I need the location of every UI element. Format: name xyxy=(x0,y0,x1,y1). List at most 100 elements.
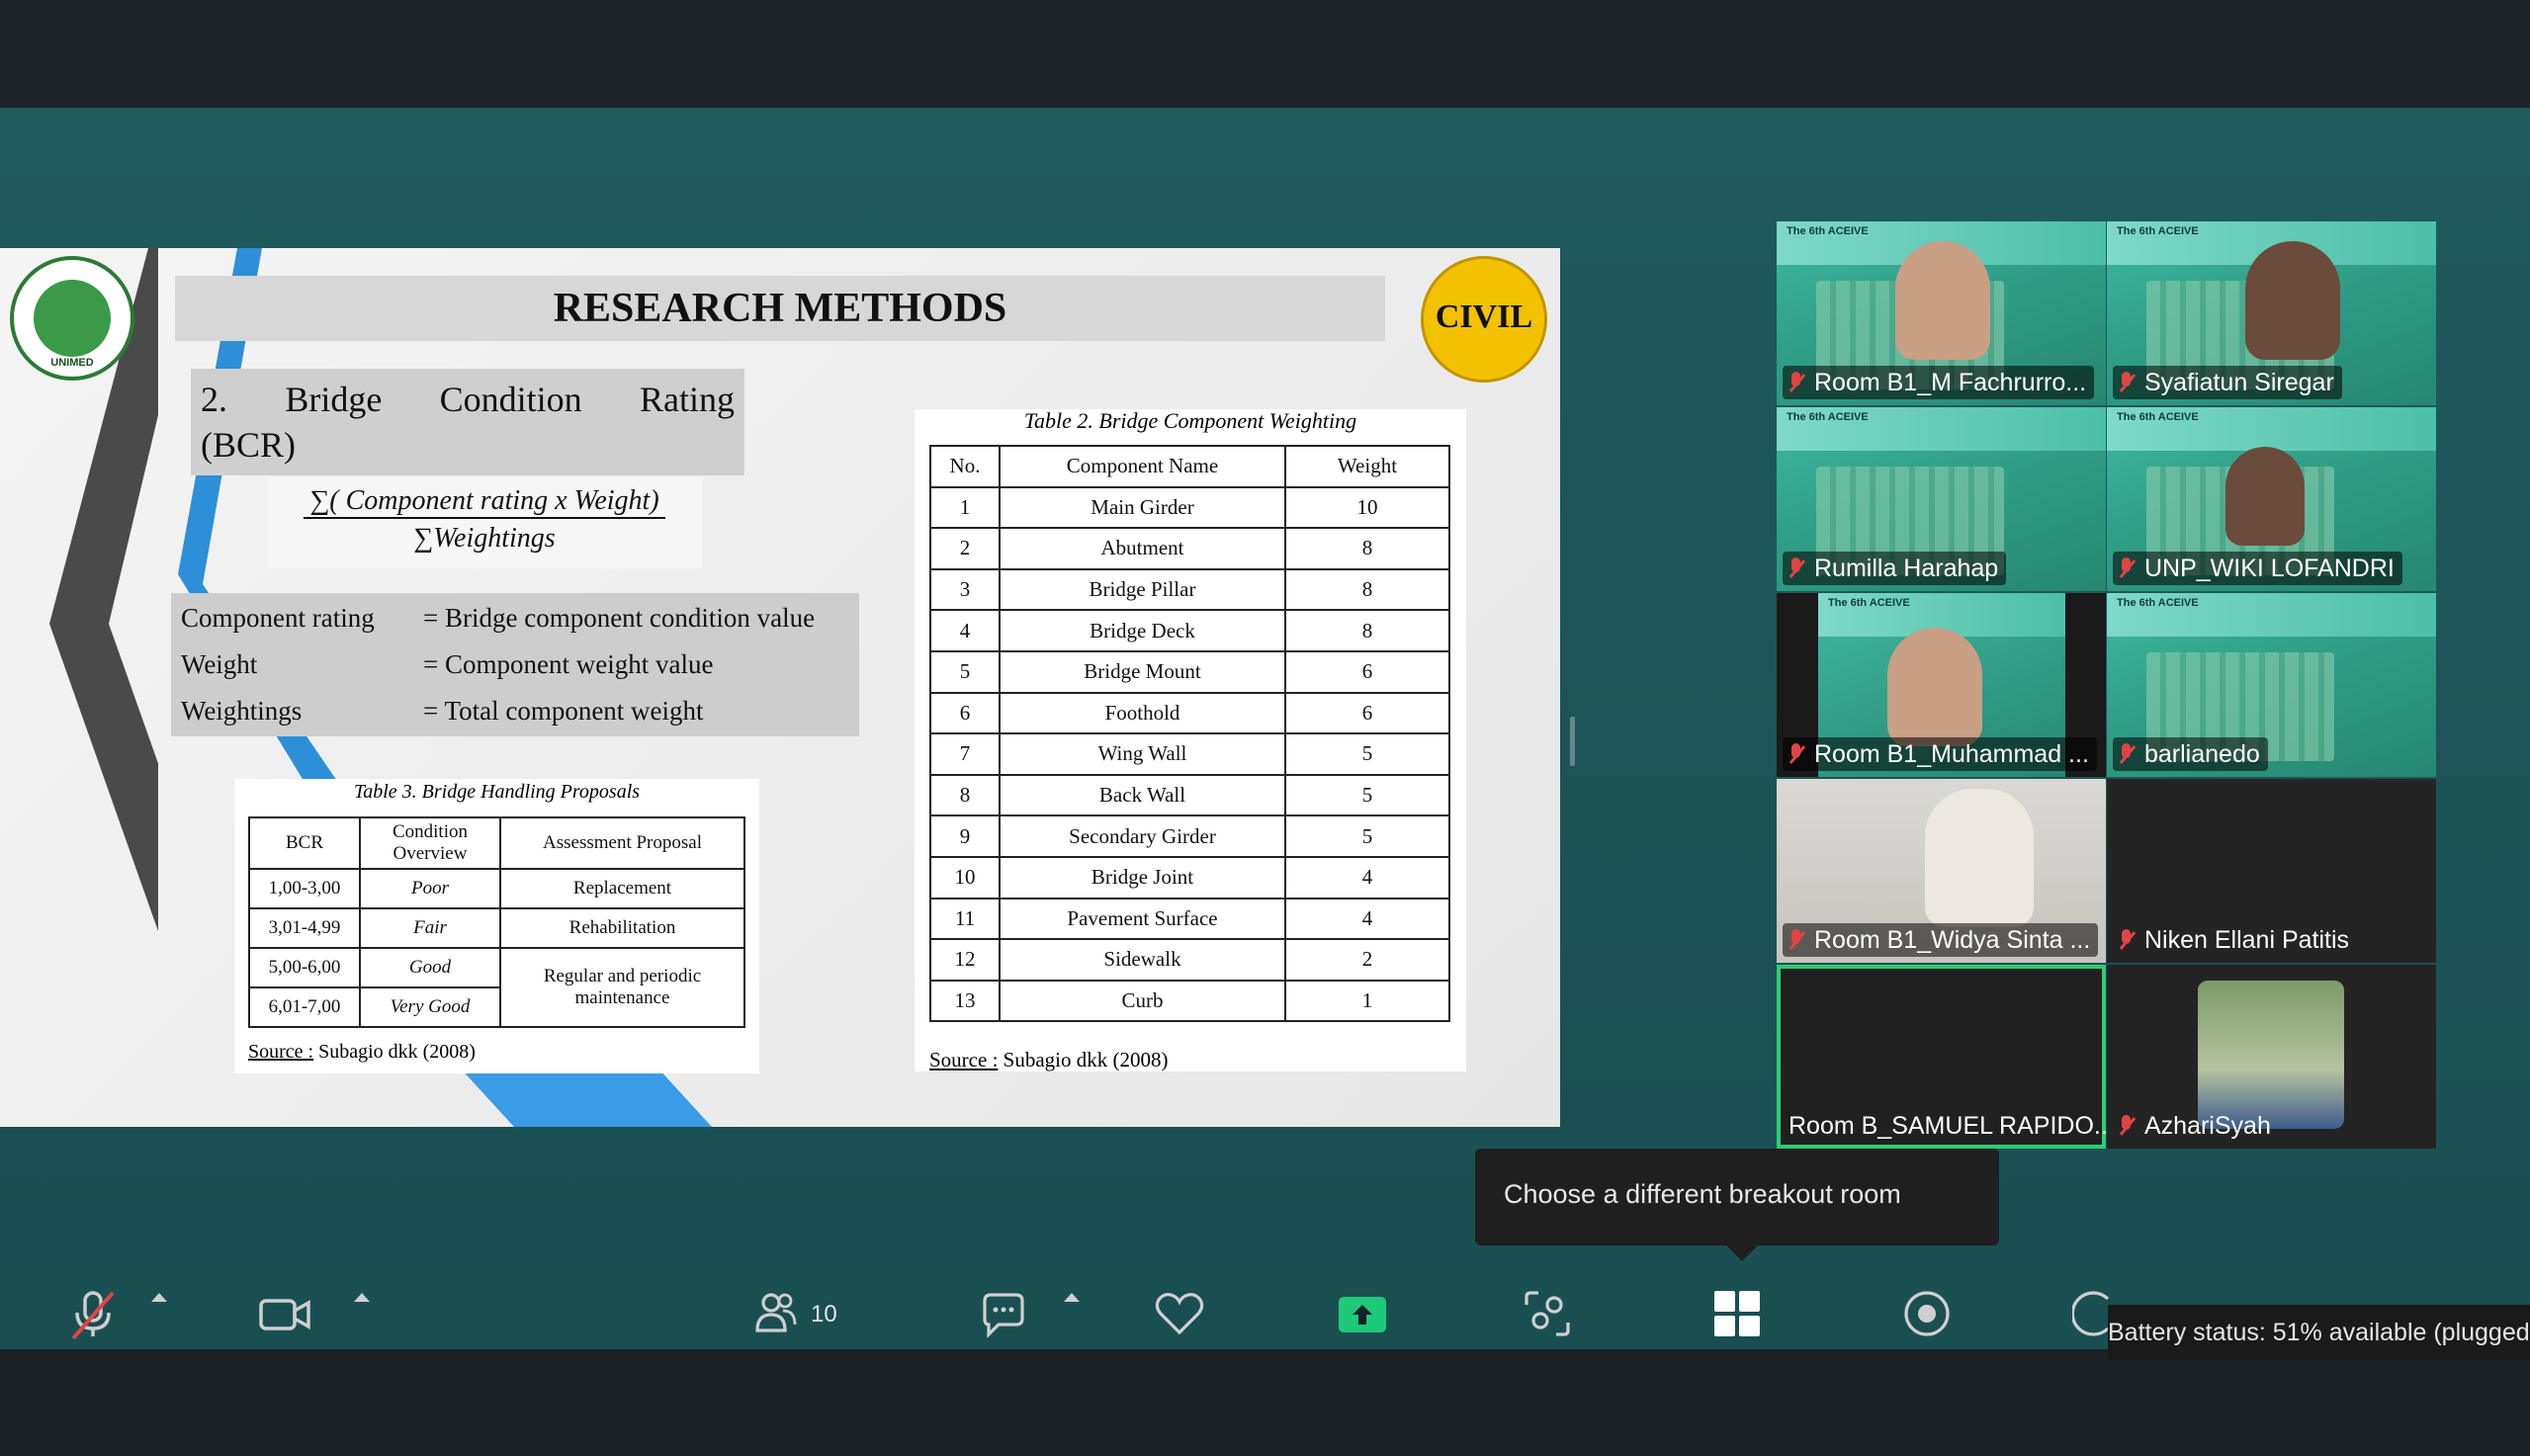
table-cell: Good xyxy=(359,947,501,988)
participants-count: 10 xyxy=(811,1301,837,1328)
table-header: BCR xyxy=(248,816,361,870)
table2: No. Component Name Weight 1 Main Girder 10… xyxy=(929,445,1450,1023)
table-cell: 12 xyxy=(929,938,1001,982)
participant-name: Syafiatun Siregar xyxy=(2113,366,2342,399)
source-text: Subagio dkk (2008) xyxy=(313,1041,476,1063)
table-row: 9 Secondary Girder 5 xyxy=(929,814,1450,858)
table-cell: Foothold xyxy=(999,691,1286,735)
table-header: No. xyxy=(929,445,1001,488)
definition-text: = Component weight value xyxy=(423,649,714,679)
definition-term: Component rating xyxy=(181,603,375,633)
table-row: 3 Bridge Pillar 8 xyxy=(929,567,1450,612)
table-cell: 1,00-3,00 xyxy=(248,868,361,909)
table-cell: 3 xyxy=(929,567,1001,612)
muted-mic-icon xyxy=(2119,372,2135,393)
participant-name: Room B1_M Fachrurro... xyxy=(1783,366,2095,399)
breakout-rooms-button[interactable] xyxy=(1712,1287,1766,1340)
table-cell: 13 xyxy=(929,979,1001,1023)
table-cell: Bridge Joint xyxy=(999,855,1286,899)
share-screen-button[interactable] xyxy=(1337,1287,1390,1340)
table2-source: Source : Subagio dkk (2008) xyxy=(929,1048,1168,1072)
table-cell: 2 xyxy=(929,527,1001,570)
participant-name: Room B_SAMUEL RAPIDO... xyxy=(1788,1112,2106,1140)
table3-source: Source : Subagio dkk (2008) xyxy=(248,1041,476,1064)
table-cell: 10 xyxy=(929,855,1001,899)
unimed-logo-emblem xyxy=(34,280,111,357)
participant-tile[interactable]: The 6th ACEIVE barlianedo xyxy=(2107,593,2436,777)
audio-options-chevron-up-icon[interactable] xyxy=(151,1293,167,1302)
participant-tile[interactable]: Room B1_Widya Sinta ... xyxy=(1777,779,2106,963)
top-bar xyxy=(0,0,2530,108)
table-header: Assessment Proposal xyxy=(499,816,745,870)
source-label: Source : xyxy=(929,1048,999,1071)
resize-handle[interactable] xyxy=(1570,717,1575,766)
record-icon xyxy=(1904,1291,1950,1336)
more-circle-icon xyxy=(2072,1291,2110,1336)
table-cell: Wing Wall xyxy=(999,732,1286,776)
table-cell: 5 xyxy=(1284,773,1450,817)
participants-button[interactable]: 10 xyxy=(753,1287,862,1340)
muted-mic-icon xyxy=(2119,743,2135,765)
slide-stripe-dark xyxy=(49,248,158,1127)
chat-button[interactable] xyxy=(977,1287,1032,1340)
heading-line-2: (BCR) xyxy=(201,425,297,465)
banner-text: The 6th ACEIVE xyxy=(2117,411,2199,423)
table-cell: 5 xyxy=(1284,814,1450,858)
table-cell: 6,01-7,00 xyxy=(248,986,361,1028)
definition-term: Weightings xyxy=(181,696,303,726)
participant-tile[interactable]: The 6th ACEIVE Room B1_M Fachrurro... xyxy=(1777,221,2106,405)
reactions-button[interactable] xyxy=(1153,1287,1208,1340)
video-options-chevron-up-icon[interactable] xyxy=(354,1293,370,1302)
participant-tile[interactable]: The 6th ACEIVE UNP_WIKI LOFANDRI xyxy=(2107,407,2436,591)
participant-video xyxy=(1895,241,1990,360)
share-screen-icon xyxy=(1339,1297,1386,1332)
table-cell: 7 xyxy=(929,732,1001,776)
table-header: Weight xyxy=(1284,445,1450,488)
participant-tile[interactable]: AzhariSyah xyxy=(2107,965,2436,1149)
table2-container: Table 2. Bridge Component Weighting No. … xyxy=(915,408,1466,1072)
table-row: 5 Bridge Mount 6 xyxy=(929,649,1450,694)
table-header-row: BCR Condition Overview Assessment Propos… xyxy=(248,816,745,870)
table-header: Component Name xyxy=(999,445,1286,488)
unimed-logo: UNIMED xyxy=(10,256,134,381)
participant-tile[interactable]: The 6th ACEIVE Syafiatun Siregar xyxy=(2107,221,2436,405)
tile-background-banner: The 6th ACEIVE xyxy=(1777,407,2106,451)
table-cell: Sidewalk xyxy=(999,938,1286,982)
banner-text: The 6th ACEIVE xyxy=(2117,225,2199,237)
table-cell: 8 xyxy=(1284,527,1450,570)
table3: BCR Condition Overview Assessment Propos… xyxy=(248,816,745,1028)
participant-video xyxy=(1887,628,1982,746)
apps-button[interactable] xyxy=(1523,1287,1574,1340)
section-heading: 2. Bridge Condition Rating (BCR) xyxy=(191,369,744,475)
more-button[interactable] xyxy=(2072,1287,2112,1340)
bottom-bar xyxy=(0,1349,2530,1456)
tile-background-banner: The 6th ACEIVE xyxy=(2107,407,2436,451)
table-cell: 1 xyxy=(1284,979,1450,1023)
chat-options-chevron-up-icon[interactable] xyxy=(1064,1293,1080,1302)
heading-word: Rating xyxy=(640,380,735,419)
muted-mic-icon xyxy=(2119,929,2135,951)
table-cell: 8 xyxy=(929,773,1001,817)
table-cell: Replacement xyxy=(499,868,745,909)
table-cell: 6 xyxy=(1284,649,1450,694)
battery-status-tooltip: Battery status: 51% available (plugged xyxy=(2108,1305,2530,1360)
definitions-box: Component rating = Bridge component cond… xyxy=(171,593,859,736)
formula-numerator: ∑( Component rating x Weight) xyxy=(304,481,665,519)
table-row: 11 Pavement Surface 4 xyxy=(929,897,1450,941)
table-cell: 4 xyxy=(929,609,1001,652)
heart-icon xyxy=(1155,1293,1204,1335)
record-button[interactable] xyxy=(1902,1287,1956,1340)
apps-icon xyxy=(1525,1291,1570,1336)
definition-text: = Bridge component condition value xyxy=(423,603,816,633)
participant-tile[interactable]: Niken Ellani Patitis xyxy=(2107,779,2436,963)
table-cell: 6 xyxy=(929,691,1001,735)
participant-tile-active-speaker[interactable]: Room B_SAMUEL RAPIDO... xyxy=(1777,965,2106,1149)
participant-tile[interactable]: The 6th ACEIVE Room B1_Muhammad ... xyxy=(1777,593,2106,777)
mute-button[interactable] xyxy=(65,1287,125,1340)
participant-tile[interactable]: The 6th ACEIVE Rumilla Harahap xyxy=(1777,407,2106,591)
civil-logo-text: CIVIL xyxy=(1435,299,1533,335)
table-cell: Very Good xyxy=(359,986,501,1028)
table-cell: 1 xyxy=(929,485,1001,530)
video-button[interactable] xyxy=(257,1287,316,1340)
video-camera-icon xyxy=(259,1299,310,1330)
